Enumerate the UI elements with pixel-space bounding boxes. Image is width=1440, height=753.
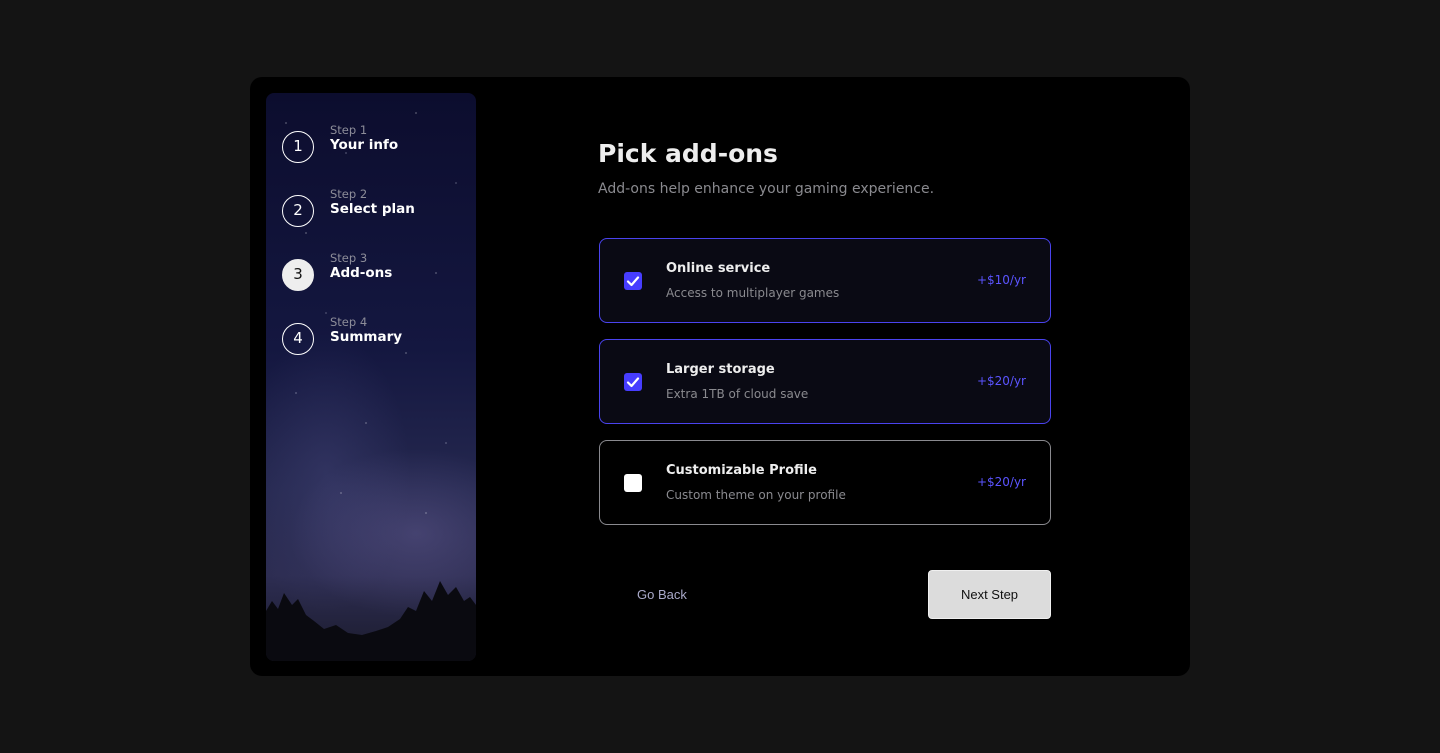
step-number-badge: 4 xyxy=(282,323,314,355)
step-title: Select plan xyxy=(330,201,415,217)
addon-title: Customizable Profile xyxy=(666,463,817,478)
addon-checkbox[interactable] xyxy=(624,373,642,391)
addon-description: Extra 1TB of cloud save xyxy=(666,387,809,401)
checkmark-icon xyxy=(626,276,640,287)
step-2[interactable]: 2 Step 2 Select plan xyxy=(282,187,472,229)
step-number-badge-active: 3 xyxy=(282,259,314,291)
step-title: Your info xyxy=(330,137,399,153)
step-caption: Step 3 xyxy=(330,251,368,265)
addon-title: Larger storage xyxy=(666,362,775,377)
addon-price: +$20/yr xyxy=(976,374,1026,388)
checkmark-icon xyxy=(626,377,640,388)
sidebar: 1 Step 1 Your info 2 Step 2 Select plan … xyxy=(266,93,476,661)
step-number-badge: 2 xyxy=(282,195,314,227)
form-card: 1 Step 1 Your info 2 Step 2 Select plan … xyxy=(250,77,1190,676)
addon-customizable-profile[interactable]: Customizable Profile Custom theme on you… xyxy=(599,440,1051,525)
step-caption: Step 2 xyxy=(330,187,368,201)
step-4[interactable]: 4 Step 4 Summary xyxy=(282,315,472,357)
go-back-button[interactable]: Go Back xyxy=(637,587,687,602)
addon-larger-storage[interactable]: Larger storage Extra 1TB of cloud save +… xyxy=(599,339,1051,424)
step-3[interactable]: 3 Step 3 Add-ons xyxy=(282,251,472,293)
addon-price: +$10/yr xyxy=(976,273,1026,287)
step-caption: Step 4 xyxy=(330,315,368,329)
tree-silhouette-image xyxy=(266,581,476,661)
step-caption: Step 1 xyxy=(330,123,368,137)
step-number-badge: 1 xyxy=(282,131,314,163)
addon-checkbox[interactable] xyxy=(624,474,642,492)
addon-online-service[interactable]: Online service Access to multiplayer gam… xyxy=(599,238,1051,323)
addon-title: Online service xyxy=(666,261,771,276)
addon-checkbox[interactable] xyxy=(624,272,642,290)
addon-description: Access to multiplayer games xyxy=(666,286,840,300)
next-step-button[interactable]: Next Step xyxy=(928,570,1051,619)
step-1[interactable]: 1 Step 1 Your info xyxy=(282,123,472,165)
addon-price: +$20/yr xyxy=(976,475,1026,489)
step-title: Add-ons xyxy=(330,265,393,281)
addon-description: Custom theme on your profile xyxy=(666,488,846,502)
page-subtitle: Add-ons help enhance your gaming experie… xyxy=(598,181,935,197)
page-title: Pick add-ons xyxy=(598,139,778,168)
step-title: Summary xyxy=(330,329,403,345)
